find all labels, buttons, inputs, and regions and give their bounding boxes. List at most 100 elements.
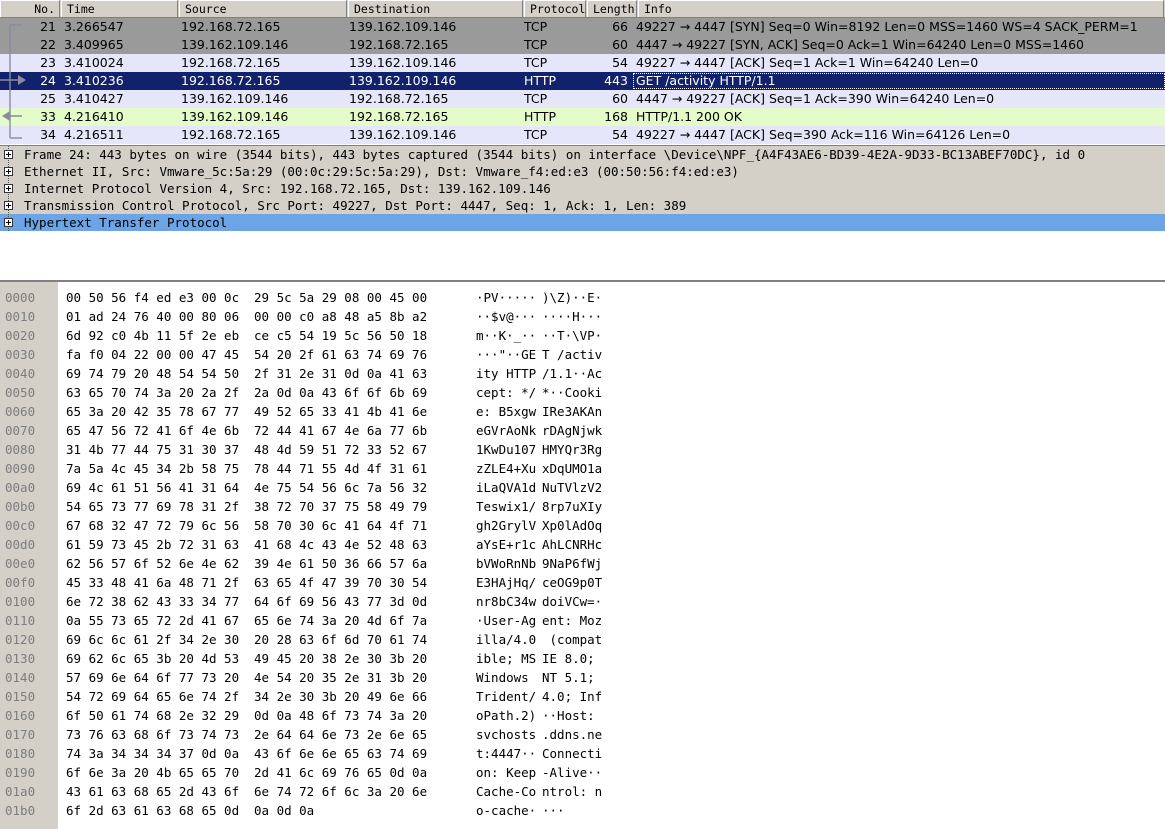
expand-plus-icon[interactable] bbox=[4, 167, 13, 176]
hex-bytes-left: 6f 2d 63 61 63 68 65 0d bbox=[66, 803, 240, 818]
packet-detail-pane[interactable]: Frame 24: 443 bytes on wire (3544 bits),… bbox=[0, 145, 1165, 281]
expand-plus-icon[interactable] bbox=[4, 218, 13, 227]
packet-row[interactable]: 22 3.409965 139.162.109.146 192.168.72.165 T… bbox=[0, 36, 1165, 54]
hex-ascii-right: IE 8.0; bbox=[542, 651, 603, 666]
packet-bytes-pane[interactable]: 0000 00 50 56 f4 ed e3 00 0c 29 5c 5a 29 0… bbox=[0, 280, 1165, 829]
expand-plus-icon[interactable] bbox=[4, 184, 13, 193]
protocol-tree[interactable]: Frame 24: 443 bytes on wire (3544 bits),… bbox=[0, 146, 1165, 231]
hex-ascii-right: NT 5.1; bbox=[542, 670, 603, 685]
hex-offset-gutter bbox=[44, 649, 58, 668]
packet-row[interactable]: 25 3.410427 139.162.109.146 192.168.72.165 T… bbox=[0, 90, 1165, 108]
hex-ascii-left: ·PV····· bbox=[476, 290, 537, 305]
hex-dump-row[interactable]: 0150 54 72 69 64 65 6e 74 2f 34 2e 30 3b 2… bbox=[0, 687, 1165, 706]
packet-source: 139.162.109.146 bbox=[181, 37, 289, 52]
hex-dump-rows[interactable]: 0000 00 50 56 f4 ed e3 00 0c 29 5c 5a 29 0… bbox=[0, 282, 1165, 820]
hex-bytes-right: 63 65 4f 47 39 70 30 54 bbox=[254, 575, 428, 590]
column-header-no[interactable]: No. bbox=[0, 0, 60, 17]
hex-dump-row[interactable]: 0030 fa f0 04 22 00 00 47 45 54 20 2f 61 6… bbox=[0, 345, 1165, 364]
hex-offset: 0020 bbox=[0, 326, 44, 345]
hex-dump-row[interactable]: 00b0 54 65 73 77 69 78 31 2f 38 72 70 37 7… bbox=[0, 497, 1165, 516]
column-header-length[interactable]: Length bbox=[587, 0, 637, 17]
hex-dump-row[interactable]: 0080 31 4b 77 44 75 31 30 37 48 4d 59 51 7… bbox=[0, 440, 1165, 459]
hex-dump-row[interactable]: 00d0 61 59 73 45 2b 72 31 63 41 68 4c 43 4… bbox=[0, 535, 1165, 554]
packet-list-pane[interactable]: No. Time Source Destination Protocol Len… bbox=[0, 0, 1165, 145]
hex-dump-row[interactable]: 0100 6e 72 38 62 43 33 34 77 64 6f 69 56 4… bbox=[0, 592, 1165, 611]
hex-dump-row[interactable]: 0140 57 69 6e 64 6f 77 73 20 4e 54 20 35 2… bbox=[0, 668, 1165, 687]
hex-dump-row[interactable]: 00c0 67 68 32 47 72 79 6c 56 58 70 30 6c 4… bbox=[0, 516, 1165, 535]
packet-source: 192.168.72.165 bbox=[181, 73, 281, 88]
hex-ascii-left: 1KwDu107 bbox=[476, 442, 537, 457]
hex-ascii-right: /1.1··Ac bbox=[542, 366, 603, 381]
packet-length: 54 bbox=[612, 127, 628, 142]
protocol-tree-item[interactable]: Frame 24: 443 bytes on wire (3544 bits),… bbox=[0, 146, 1165, 163]
hex-dump-row[interactable]: 01b0 6f 2d 63 61 63 68 65 0d 0a 0d 0a o-cac… bbox=[0, 801, 1165, 820]
hex-dump-row[interactable]: 01a0 43 61 63 68 65 2d 43 6f 6e 74 72 6f 6… bbox=[0, 782, 1165, 801]
protocol-tree-item[interactable]: Internet Protocol Version 4, Src: 192.16… bbox=[0, 180, 1165, 197]
hex-dump-row[interactable]: 0190 6f 6e 3a 20 4b 65 65 70 2d 41 6c 69 7… bbox=[0, 763, 1165, 782]
hex-dump-row[interactable]: 00f0 45 33 48 41 6a 48 71 2f 63 65 4f 47 3… bbox=[0, 573, 1165, 592]
hex-dump-row[interactable]: 0180 74 3a 34 34 34 37 0d 0a 43 6f 6e 6e 6… bbox=[0, 744, 1165, 763]
hex-offset-gutter bbox=[44, 763, 58, 782]
hex-ascii-left: cept: */ bbox=[476, 385, 537, 400]
protocol-tree-item[interactable]: Transmission Control Protocol, Src Port:… bbox=[0, 197, 1165, 214]
hex-offset: 0040 bbox=[0, 364, 44, 383]
hex-dump-row[interactable]: 00a0 69 4c 61 51 56 41 31 64 4e 75 54 56 6… bbox=[0, 478, 1165, 497]
column-header-destination[interactable]: Destination bbox=[348, 0, 523, 17]
hex-dump-row[interactable]: 0020 6d 92 c0 4b 11 5f 2e eb ce c5 54 19 5… bbox=[0, 326, 1165, 345]
hex-offset-gutter bbox=[44, 725, 58, 744]
hex-offset-gutter bbox=[44, 668, 58, 687]
hex-ascii-right: Connecti bbox=[542, 746, 603, 761]
protocol-tree-item[interactable]: Ethernet II, Src: Vmware_5c:5a:29 (00:0c… bbox=[0, 163, 1165, 180]
packet-destination: 192.168.72.165 bbox=[349, 109, 449, 124]
protocol-tree-label: Hypertext Transfer Protocol bbox=[24, 215, 228, 230]
hex-dump-row[interactable]: 0090 7a 5a 4c 45 34 2b 58 75 78 44 71 55 4… bbox=[0, 459, 1165, 478]
hex-bytes-left: 54 72 69 64 65 6e 74 2f bbox=[66, 689, 240, 704]
hex-dump-row[interactable]: 00e0 62 56 57 6f 52 6e 4e 62 39 4e 61 50 3… bbox=[0, 554, 1165, 573]
hex-bytes-left: 73 76 63 68 6f 73 74 73 bbox=[66, 727, 240, 742]
packet-row[interactable]: 24 3.410236 192.168.72.165 139.162.109.146 H… bbox=[0, 72, 1165, 90]
hex-bytes-left: 6d 92 c0 4b 11 5f 2e eb bbox=[66, 328, 240, 343]
packet-row[interactable]: 21 3.266547 192.168.72.165 139.162.109.146 T… bbox=[0, 18, 1165, 36]
column-header-time[interactable]: Time bbox=[61, 0, 178, 17]
packet-row[interactable]: 33 4.216410 139.162.109.146 192.168.72.165 H… bbox=[0, 108, 1165, 126]
hex-offset: 0060 bbox=[0, 402, 44, 421]
hex-bytes-right: 4e 75 54 56 6c 7a 56 32 bbox=[254, 480, 428, 495]
packet-row[interactable]: 34 4.216511 192.168.72.165 139.162.109.146 T… bbox=[0, 126, 1165, 144]
hex-dump-row[interactable]: 0050 63 65 70 74 3a 20 2a 2f 2a 0d 0a 43 6… bbox=[0, 383, 1165, 402]
hex-ascii-left: o-cache· bbox=[476, 803, 537, 818]
packet-destination: 139.162.109.146 bbox=[349, 19, 457, 34]
packet-list-rows[interactable]: 21 3.266547 192.168.72.165 139.162.109.146 T… bbox=[0, 18, 1165, 144]
hex-dump-row[interactable]: 0120 69 6c 6c 61 2f 34 2e 30 20 28 63 6f 6… bbox=[0, 630, 1165, 649]
hex-ascii-left: on: Keep bbox=[476, 765, 537, 780]
protocol-tree-item[interactable]: Hypertext Transfer Protocol bbox=[0, 214, 1165, 231]
packet-destination: 192.168.72.165 bbox=[349, 37, 449, 52]
packet-list-header[interactable]: No. Time Source Destination Protocol Len… bbox=[0, 0, 1165, 18]
column-header-source[interactable]: Source bbox=[179, 0, 347, 17]
hex-dump-row[interactable]: 0160 6f 50 61 74 68 2e 32 29 0d 0a 48 6f 7… bbox=[0, 706, 1165, 725]
hex-dump-row[interactable]: 0130 69 62 6c 65 3b 20 4d 53 49 45 20 38 2… bbox=[0, 649, 1165, 668]
expand-plus-icon[interactable] bbox=[4, 201, 13, 210]
hex-dump-row[interactable]: 0070 65 47 56 72 41 6f 4e 6b 72 44 41 67 4… bbox=[0, 421, 1165, 440]
hex-ascii-right: .ddns.ne bbox=[542, 727, 603, 742]
detail-pane-empty-space bbox=[0, 231, 1165, 281]
hex-dump-row[interactable]: 0060 65 3a 20 42 35 78 67 77 49 52 65 33 4… bbox=[0, 402, 1165, 421]
hex-dump-row[interactable]: 0040 69 74 79 20 48 54 54 50 2f 31 2e 31 0… bbox=[0, 364, 1165, 383]
hex-bytes-left: 43 61 63 68 65 2d 43 6f bbox=[66, 784, 240, 799]
hex-bytes-left: 6e 72 38 62 43 33 34 77 bbox=[66, 594, 240, 609]
hex-ascii-left: zZLE4+Xu bbox=[476, 461, 537, 476]
column-header-protocol[interactable]: Protocol bbox=[524, 0, 586, 17]
hex-offset-gutter bbox=[44, 288, 58, 307]
hex-ascii-left: ity HTTP bbox=[476, 366, 537, 381]
hex-ascii-left: illa/4.0 bbox=[476, 632, 537, 647]
hex-dump-row[interactable]: 0010 01 ad 24 76 40 00 80 06 00 00 c0 a8 4… bbox=[0, 307, 1165, 326]
packet-no: 34 bbox=[40, 127, 56, 142]
column-header-info[interactable]: Info bbox=[638, 0, 1164, 17]
protocol-tree-label: Internet Protocol Version 4, Src: 192.16… bbox=[24, 181, 551, 196]
expand-plus-icon[interactable] bbox=[4, 150, 13, 159]
hex-bytes-right: 54 20 2f 61 63 74 69 76 bbox=[254, 347, 428, 362]
packet-row[interactable]: 23 3.410024 192.168.72.165 139.162.109.146 T… bbox=[0, 54, 1165, 72]
hex-dump-row[interactable]: 0170 73 76 63 68 6f 73 74 73 2e 64 64 6e 7… bbox=[0, 725, 1165, 744]
hex-dump-row[interactable]: 0110 0a 55 73 65 72 2d 41 67 65 6e 74 3a 2… bbox=[0, 611, 1165, 630]
hex-dump-row[interactable]: 0000 00 50 56 f4 ed e3 00 0c 29 5c 5a 29 0… bbox=[0, 288, 1165, 307]
hex-offset-gutter bbox=[44, 307, 58, 326]
